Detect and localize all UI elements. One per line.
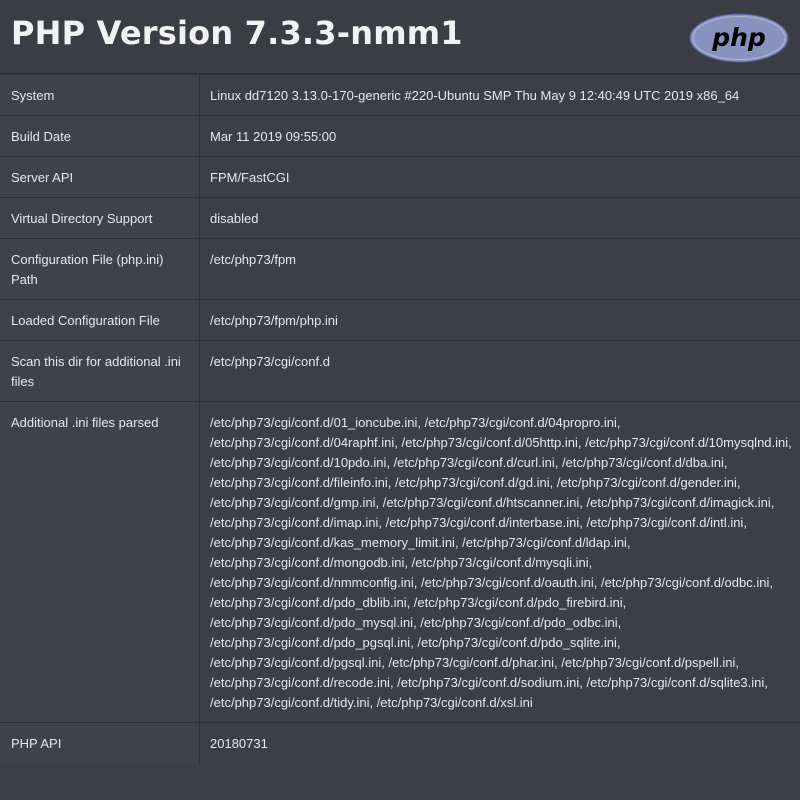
- php-logo-text: php: [711, 23, 766, 52]
- row-value-additional-ini: /etc/php73/cgi/conf.d/01_ioncube.ini, /e…: [199, 401, 800, 723]
- row-value-virtual-directory: disabled: [199, 197, 800, 239]
- row-key-loaded-config: Loaded Configuration File: [0, 299, 200, 341]
- row-value-php-api: 20180731: [199, 722, 800, 763]
- table-row: Scan this dir for additional .ini files …: [0, 340, 800, 402]
- row-key-php-api: PHP API: [0, 722, 200, 763]
- row-value-server-api: FPM/FastCGI: [199, 156, 800, 198]
- table-row: Virtual Directory Support disabled: [0, 197, 800, 239]
- table-row: Server API FPM/FastCGI: [0, 156, 800, 198]
- table-row: Configuration File (php.ini) Path /etc/p…: [0, 238, 800, 300]
- table-row: Build Date Mar 11 2019 09:55:00: [0, 115, 800, 157]
- row-key-scan-dir: Scan this dir for additional .ini files: [0, 340, 200, 402]
- php-logo: php: [689, 13, 789, 63]
- row-value-loaded-config: /etc/php73/fpm/php.ini: [199, 299, 800, 341]
- row-key-virtual-directory: Virtual Directory Support: [0, 197, 200, 239]
- row-key-config-path: Configuration File (php.ini) Path: [0, 238, 200, 300]
- row-key-server-api: Server API: [0, 156, 200, 198]
- row-key-build-date: Build Date: [0, 115, 200, 157]
- page-header: PHP Version 7.3.3-nmm1 php: [0, 0, 800, 74]
- row-value-config-path: /etc/php73/fpm: [199, 238, 800, 300]
- row-value-system: Linux dd7120 3.13.0-170-generic #220-Ubu…: [199, 74, 800, 116]
- table-row: Additional .ini files parsed /etc/php73/…: [0, 401, 800, 723]
- row-key-system: System: [0, 74, 200, 116]
- row-value-scan-dir: /etc/php73/cgi/conf.d: [199, 340, 800, 402]
- row-value-build-date: Mar 11 2019 09:55:00: [199, 115, 800, 157]
- table-row: PHP API 20180731: [0, 722, 800, 763]
- info-table: System Linux dd7120 3.13.0-170-generic #…: [0, 74, 800, 763]
- row-key-additional-ini: Additional .ini files parsed: [0, 401, 200, 723]
- table-row: System Linux dd7120 3.13.0-170-generic #…: [0, 74, 800, 116]
- table-row: Loaded Configuration File /etc/php73/fpm…: [0, 299, 800, 341]
- page-title: PHP Version 7.3.3-nmm1: [11, 14, 463, 52]
